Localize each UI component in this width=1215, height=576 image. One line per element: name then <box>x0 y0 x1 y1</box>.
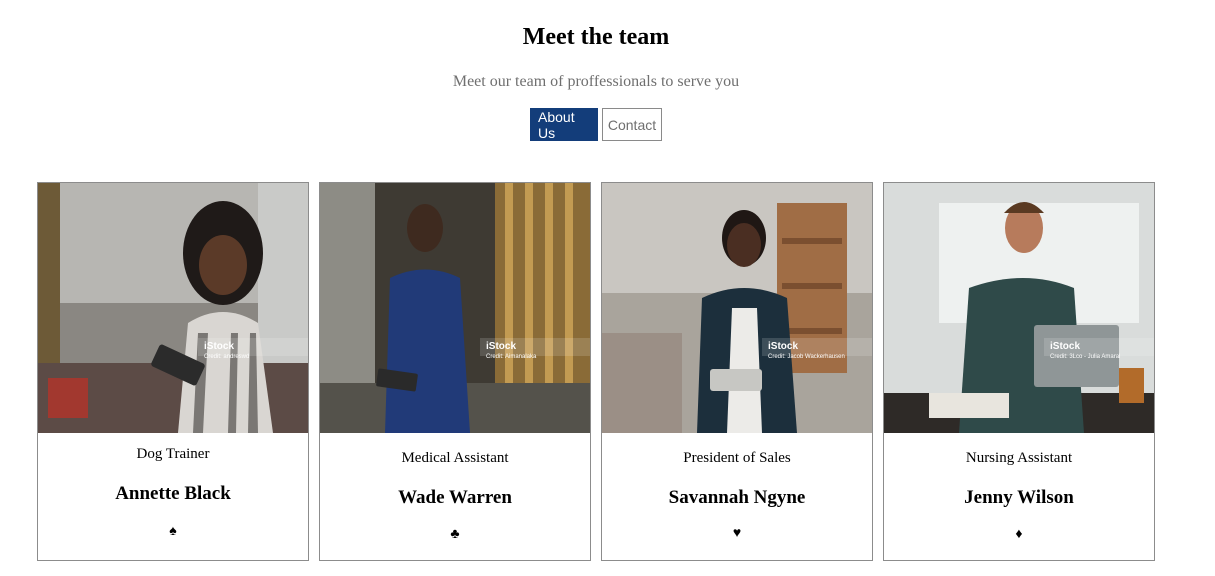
team-member-photo: iStock Credit: Aimanalaka <box>320 183 590 433</box>
watermark-brand: iStock <box>204 341 234 352</box>
team-member-role: President of Sales <box>683 450 791 466</box>
spade-icon: ♠ <box>169 524 177 539</box>
team-member-photo: iStock Credit: 3Lco - Julia Amaral <box>884 183 1154 433</box>
club-icon: ♣ <box>450 527 460 542</box>
team-member-name: Jenny Wilson <box>964 487 1074 508</box>
heart-icon: ♥ <box>732 526 742 541</box>
watermark-brand: iStock <box>1050 341 1080 352</box>
watermark-credit: Credit: andreswd <box>204 354 249 360</box>
team-member-role: Dog Trainer <box>136 446 210 462</box>
team-member-role: Medical Assistant <box>401 450 509 466</box>
watermark-brand: iStock <box>768 341 798 352</box>
team-member-photo: iStock Credit: Jacob Wackerhausen <box>602 183 872 433</box>
watermark-credit: Credit: 3Lco - Julia Amaral <box>1050 354 1120 360</box>
contact-button[interactable]: Contact <box>602 108 662 141</box>
page-subtitle: Meet our team of proffessionals to serve… <box>452 73 740 90</box>
team-member-name: Wade Warren <box>398 487 512 508</box>
team-member-name: Savannah Ngyne <box>668 487 806 508</box>
watermark-credit: Credit: Aimanalaka <box>486 354 537 360</box>
team-member-role: Nursing Assistant <box>965 450 1073 466</box>
about-us-button[interactable]: About Us <box>530 108 598 141</box>
team-member-photo: iStock Credit: andreswd <box>38 183 308 433</box>
team-member-name: Annette Black <box>115 483 231 504</box>
team-card: iStock Credit: andreswd Dog Trainer Anne… <box>37 182 309 561</box>
team-card: iStock Credit: Jacob Wackerhausen Presid… <box>601 182 873 561</box>
diamond-icon: ♦ <box>1015 527 1023 542</box>
watermark-brand: iStock <box>486 341 516 352</box>
team-card: iStock Credit: 3Lco - Julia Amaral Nursi… <box>883 182 1155 561</box>
team-card: iStock Credit: Aimanalaka Medical Assist… <box>319 182 591 561</box>
page-title: Meet the team <box>522 24 670 50</box>
watermark-credit: Credit: Jacob Wackerhausen <box>768 354 845 360</box>
header-buttons: About Us Contact <box>0 108 1192 141</box>
